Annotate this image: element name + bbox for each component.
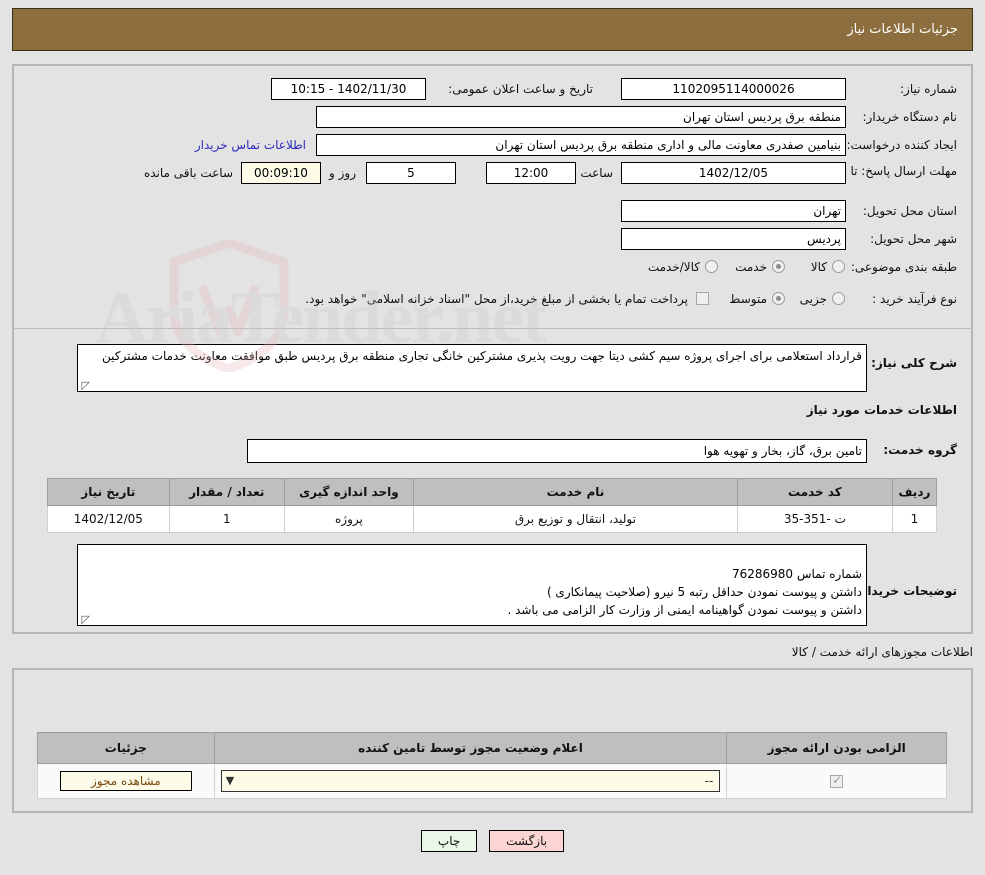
cell-unit: پروژه bbox=[283, 505, 414, 533]
cell-code: ت -351-35 bbox=[736, 505, 893, 533]
cell-qty: 1 bbox=[168, 505, 285, 533]
col-row: ردیف bbox=[891, 478, 938, 506]
section-divider-1 bbox=[12, 328, 973, 329]
col-name: نام خدمت bbox=[412, 478, 738, 506]
treasury-bonds-note: پرداخت تمام یا بخشی از مبلغ خرید،از محل … bbox=[305, 292, 688, 306]
need-summary-text: قرارداد استعلامی برای اجرای پروژه سیم کش… bbox=[102, 349, 862, 363]
chevron-down-icon: ▼ bbox=[225, 774, 235, 787]
need-number-label: شماره نیاز: bbox=[900, 82, 957, 96]
col-permit-status: اعلام وضعیت مجوز توسط تامین کننده bbox=[213, 732, 728, 764]
category-radio-2[interactable] bbox=[705, 260, 718, 273]
deadline-date-value: 1402/12/05 bbox=[621, 162, 846, 184]
buyer-notes-text: شماره تماس 76286980 داشتن و پیوست نمودن … bbox=[507, 567, 862, 617]
view-permit-button[interactable]: مشاهده مجوز bbox=[59, 771, 192, 791]
purchase-process-label: نوع فرآیند خرید : bbox=[872, 292, 957, 306]
treasury-bonds-checkbox[interactable] bbox=[696, 292, 709, 305]
category-option-label-0: کالا bbox=[810, 260, 827, 274]
need-number-value: 1102095114000026 bbox=[621, 78, 846, 100]
response-deadline-label: مهلت ارسال پاسخ: تا تاریخ: bbox=[818, 164, 957, 178]
service-group-label: گروه خدمت: bbox=[883, 443, 957, 457]
category-option-label-2: کالا/خدمت bbox=[647, 260, 700, 274]
page-title: جزئیات اطلاعات نیاز bbox=[12, 8, 973, 51]
cell-row: 1 bbox=[891, 505, 938, 533]
deadline-time-value: 12:00 bbox=[486, 162, 576, 184]
permit-status-select[interactable]: ▼ -- bbox=[220, 770, 721, 792]
col-unit: واحد اندازه گیری bbox=[283, 478, 414, 506]
services-table: ردیف کد خدمت نام خدمت واحد اندازه گیری ت… bbox=[47, 478, 938, 533]
footer-actions: بازگشت چاپ bbox=[0, 830, 985, 852]
delivery-city-value: پردیس bbox=[621, 228, 846, 250]
col-permit-details: جزئیات bbox=[37, 732, 215, 764]
request-creator-label: ایجاد کننده درخواست: bbox=[846, 138, 957, 152]
buyer-org-value: منطقه برق پردیس استان تهران bbox=[316, 106, 846, 128]
process-radio-1[interactable] bbox=[772, 292, 785, 305]
permit-status-value: -- bbox=[704, 774, 714, 788]
service-group-value: تامین برق، گاز، بخار و تهویه هوا bbox=[247, 439, 867, 463]
need-summary-value: قرارداد استعلامی برای اجرای پروژه سیم کش… bbox=[77, 344, 867, 392]
category-option-label-1: خدمت bbox=[735, 260, 767, 274]
process-radio-0[interactable] bbox=[832, 292, 845, 305]
cell-permit-required bbox=[726, 763, 947, 799]
delivery-city-label: شهر محل تحویل: bbox=[870, 232, 957, 246]
col-qty: تعداد / مقدار bbox=[168, 478, 285, 506]
remaining-days-label: روز و bbox=[329, 166, 356, 180]
process-option-label-1: متوسط bbox=[729, 292, 767, 306]
cell-permit-details: مشاهده مجوز bbox=[37, 763, 215, 799]
permits-table-row: ▼ -- مشاهده مجوز bbox=[37, 763, 947, 799]
col-permit-required: الزامی بودن ارائه مجوز bbox=[726, 732, 947, 764]
resize-grip-icon: ◸ bbox=[81, 379, 90, 392]
need-summary-label: شرح کلی نیاز: bbox=[871, 356, 957, 370]
cell-date: 1402/12/05 bbox=[47, 505, 170, 533]
back-button[interactable]: بازگشت bbox=[489, 830, 565, 852]
delivery-province-label: استان محل تحویل: bbox=[862, 204, 957, 218]
services-section-heading: اطلاعات خدمات مورد نیاز bbox=[806, 403, 957, 417]
subject-category-label: طبقه بندی موضوعی: bbox=[850, 260, 957, 274]
category-radio-1[interactable] bbox=[772, 260, 785, 273]
buyer-notes-value: شماره تماس 76286980 داشتن و پیوست نمودن … bbox=[77, 544, 867, 626]
delivery-province-value: تهران bbox=[621, 200, 846, 222]
need-details-panel: شماره نیاز: 1102095114000026 تاریخ و ساع… bbox=[12, 64, 973, 634]
col-code: کد خدمت bbox=[736, 478, 893, 506]
remaining-days-value: 5 bbox=[366, 162, 456, 184]
announce-datetime-value: 1402/11/30 - 10:15 bbox=[271, 78, 426, 100]
permit-required-checkbox bbox=[830, 773, 844, 788]
buyer-org-label: نام دستگاه خریدار: bbox=[862, 110, 958, 124]
countdown-label: ساعت باقی مانده bbox=[143, 166, 233, 180]
permits-panel: الزامی بودن ارائه مجوز اعلام وضعیت مجوز … bbox=[12, 668, 973, 813]
permits-section-caption: اطلاعات مجوزهای ارائه خدمت / کالا bbox=[791, 645, 973, 659]
buyer-notes-label: توضیحات خریدار: bbox=[855, 584, 957, 598]
services-table-header-row: ردیف کد خدمت نام خدمت واحد اندازه گیری ت… bbox=[47, 478, 938, 506]
announce-datetime-label: تاریخ و ساعت اعلان عمومی: bbox=[448, 82, 593, 96]
deadline-time-label: ساعت bbox=[580, 166, 613, 180]
permits-table: الزامی بودن ارائه مجوز اعلام وضعیت مجوز … bbox=[37, 732, 947, 799]
table-row: 1 ت -351-35 تولید، انتقال و توزیع برق پر… bbox=[47, 505, 938, 533]
request-creator-value: بنیامین صفدری معاونت مالی و اداری منطقه … bbox=[316, 134, 846, 156]
resize-grip-icon-notes: ◸ bbox=[81, 613, 90, 626]
countdown-timer-value: 00:09:10 bbox=[241, 162, 321, 184]
process-option-label-0: جزیی bbox=[799, 292, 827, 306]
col-date: تاریخ نیاز bbox=[47, 478, 170, 506]
print-button[interactable]: چاپ bbox=[420, 830, 478, 852]
cell-permit-status: ▼ -- bbox=[213, 763, 728, 799]
buyer-contact-link[interactable]: اطلاعات تماس خریدار bbox=[195, 134, 306, 156]
permits-table-header-row: الزامی بودن ارائه مجوز اعلام وضعیت مجوز … bbox=[37, 732, 947, 764]
category-radio-0[interactable] bbox=[832, 260, 845, 273]
cell-name: تولید، انتقال و توزیع برق bbox=[412, 505, 738, 533]
